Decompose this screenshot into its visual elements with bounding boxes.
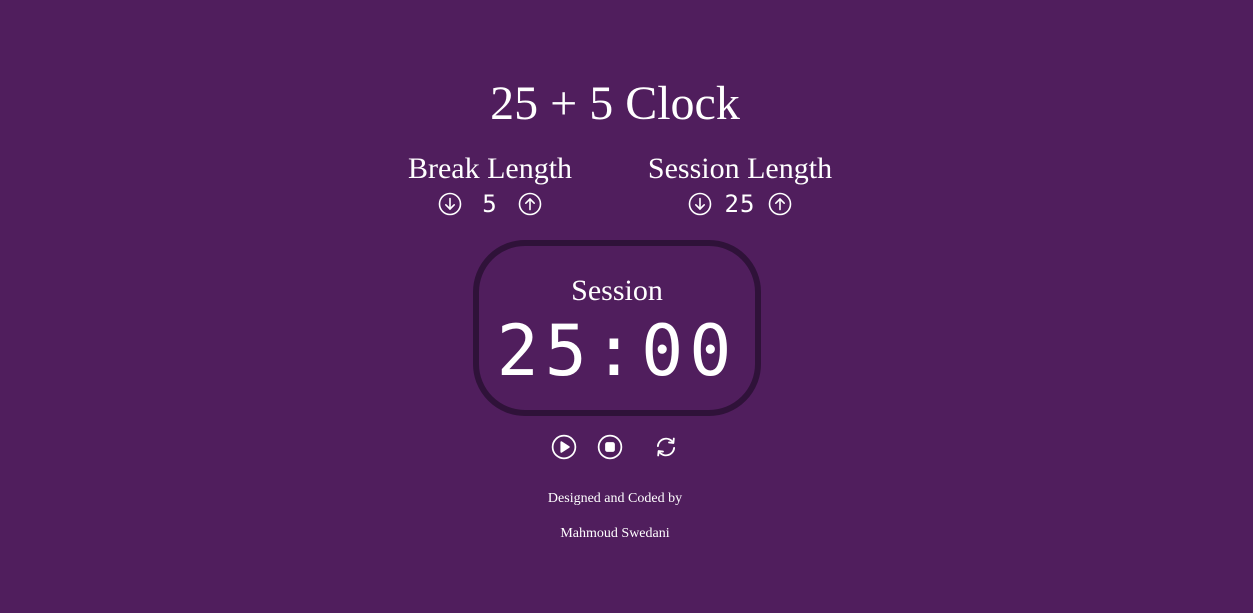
stop-circle-icon	[597, 434, 623, 460]
session-length-value: 25	[724, 190, 756, 218]
session-controls: 25	[630, 190, 850, 218]
break-length-section: Break Length 5	[380, 152, 600, 218]
footer-author-name: Mahmoud Swedani	[560, 526, 670, 541]
app-title: 25 + 5 Clock	[490, 77, 740, 130]
session-increment-button[interactable]	[767, 191, 793, 217]
footer-credit-line: Designed and Coded by	[547, 491, 683, 506]
arrow-down-circle-icon	[438, 192, 462, 216]
timer-controls	[550, 433, 690, 461]
session-decrement-button[interactable]	[687, 191, 713, 217]
break-length-value: 5	[482, 190, 498, 218]
arrow-up-circle-icon	[768, 192, 792, 216]
refresh-icon	[656, 437, 676, 457]
timer-label: Session	[571, 274, 663, 307]
timer-display: Session 25:00	[473, 240, 761, 416]
arrow-up-circle-icon	[518, 192, 542, 216]
clock-app: 25 + 5 Clock Break Length 5 Session Leng…	[0, 0, 1253, 613]
play-circle-icon	[551, 434, 577, 460]
session-length-section: Session Length 25	[630, 152, 850, 218]
stop-button[interactable]	[596, 433, 624, 461]
break-decrement-button[interactable]	[437, 191, 463, 217]
session-label: Session Length	[647, 152, 833, 185]
reset-button[interactable]	[652, 433, 680, 461]
arrow-down-circle-icon	[688, 192, 712, 216]
break-increment-button[interactable]	[517, 191, 543, 217]
break-label: Break Length	[407, 152, 573, 185]
play-button[interactable]	[550, 433, 578, 461]
break-controls: 5	[380, 190, 600, 218]
time-left: 25:00	[496, 310, 738, 392]
